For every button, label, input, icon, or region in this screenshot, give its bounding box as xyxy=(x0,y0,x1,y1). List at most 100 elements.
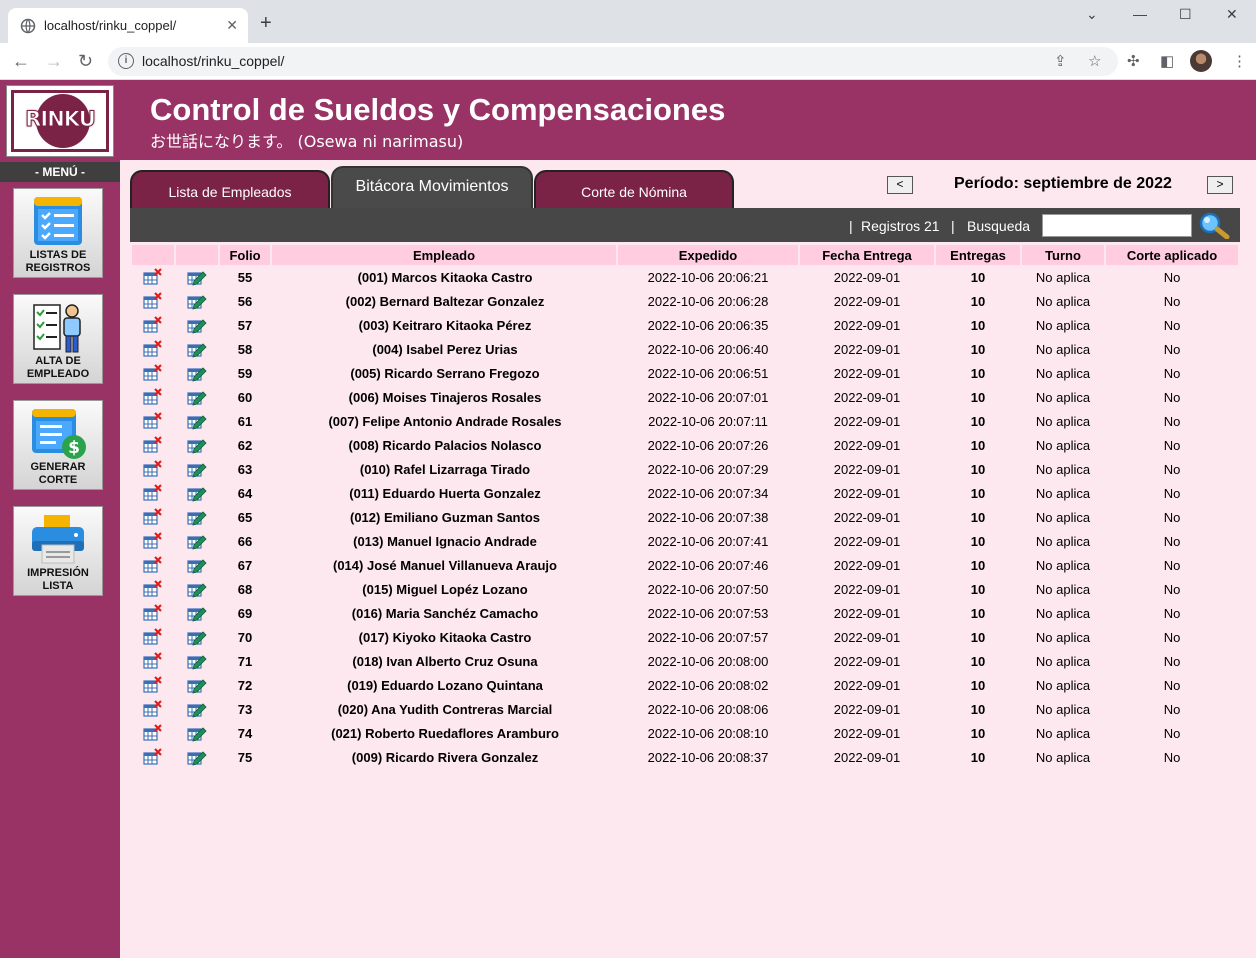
url-text: localhost/rinku_coppel/ xyxy=(142,53,285,69)
delete-record-icon[interactable] xyxy=(143,628,163,646)
scrollbar-handle[interactable] xyxy=(1250,410,1256,424)
delete-record-icon[interactable] xyxy=(143,364,163,382)
delete-record-icon[interactable] xyxy=(143,484,163,502)
cell-expedido: 2022-10-06 20:06:40 xyxy=(647,341,769,357)
period-prev-button[interactable]: < xyxy=(887,176,913,194)
cell-corte-aplicado: No xyxy=(1163,701,1181,717)
address-bar[interactable]: i localhost/rinku_coppel/ ⇪ ☆ xyxy=(108,47,1118,76)
column-header-fecha-entrega[interactable]: Fecha Entrega xyxy=(800,245,934,265)
avatar[interactable] xyxy=(1190,50,1212,72)
close-tab-icon[interactable]: ✕ xyxy=(226,17,238,34)
cell-empleado: (019) Eduardo Lozano Quintana xyxy=(347,677,543,693)
column-header-empleado[interactable]: Empleado xyxy=(272,245,616,265)
edit-record-icon[interactable] xyxy=(187,316,207,334)
delete-record-icon[interactable] xyxy=(143,412,163,430)
cell-expedido: 2022-10-06 20:06:28 xyxy=(647,293,769,309)
edit-record-icon[interactable] xyxy=(187,340,207,358)
edit-record-icon[interactable] xyxy=(187,412,207,430)
reload-icon[interactable]: ↻ xyxy=(78,51,93,71)
sidebar-item-alta[interactable]: ALTA DE EMPLEADO xyxy=(13,294,103,384)
cell-entregas: 10 xyxy=(970,461,986,477)
info-icon[interactable]: i xyxy=(118,53,134,69)
cell-folio: 67 xyxy=(237,557,253,573)
delete-record-icon[interactable] xyxy=(143,292,163,310)
sidebar-item-impresion[interactable]: IMPRESIÓN LISTA xyxy=(13,506,103,596)
delete-record-icon[interactable] xyxy=(143,700,163,718)
cell-corte-aplicado: No xyxy=(1163,461,1181,477)
sidebar-item-listas[interactable]: LISTAS DE REGISTROS xyxy=(13,188,103,278)
tab-lista-empleados[interactable]: Lista de Empleados xyxy=(130,170,330,208)
cell-expedido: 2022-10-06 20:07:50 xyxy=(647,581,769,597)
cell-corte-aplicado: No xyxy=(1163,365,1181,381)
cell-turno: No aplica xyxy=(1035,269,1091,285)
star-icon[interactable]: ☆ xyxy=(1088,52,1101,70)
share-icon[interactable]: ⇪ xyxy=(1054,52,1067,70)
cell-folio: 57 xyxy=(237,317,253,333)
side-panel-icon[interactable]: ◧ xyxy=(1160,52,1174,70)
edit-record-icon[interactable] xyxy=(187,364,207,382)
edit-record-icon[interactable] xyxy=(187,508,207,526)
edit-record-icon[interactable] xyxy=(187,436,207,454)
delete-record-icon[interactable] xyxy=(143,724,163,742)
main-content: Lista de Empleados Bitácora Movimientos … xyxy=(120,160,1256,958)
close-window-icon[interactable]: ✕ xyxy=(1226,6,1238,23)
delete-record-icon[interactable] xyxy=(143,388,163,406)
browser-tab[interactable]: localhost/rinku_coppel/ ✕ xyxy=(8,8,248,43)
chevron-down-icon[interactable]: ⌄ xyxy=(1086,6,1098,23)
cell-entregas: 10 xyxy=(970,725,986,741)
edit-record-icon[interactable] xyxy=(187,652,207,670)
extensions-icon[interactable]: ✣ xyxy=(1127,52,1140,70)
edit-record-icon[interactable] xyxy=(187,700,207,718)
delete-record-icon[interactable] xyxy=(143,340,163,358)
delete-record-icon[interactable] xyxy=(143,652,163,670)
delete-record-icon[interactable] xyxy=(143,604,163,622)
more-menu-icon[interactable]: ⋮ xyxy=(1232,52,1247,70)
column-header-turno[interactable]: Turno xyxy=(1022,245,1104,265)
new-tab-icon[interactable]: + xyxy=(260,13,272,33)
cell-folio: 72 xyxy=(237,677,253,693)
edit-record-icon[interactable] xyxy=(187,268,207,286)
edit-record-icon[interactable] xyxy=(187,388,207,406)
delete-record-icon[interactable] xyxy=(143,268,163,286)
delete-record-icon[interactable] xyxy=(143,748,163,766)
minimize-icon[interactable]: — xyxy=(1133,6,1147,22)
edit-record-icon[interactable] xyxy=(187,676,207,694)
period-next-button[interactable]: > xyxy=(1207,176,1233,194)
edit-record-icon[interactable] xyxy=(187,484,207,502)
tab-corte-nomina[interactable]: Corte de Nómina xyxy=(534,170,734,208)
delete-record-icon[interactable] xyxy=(143,436,163,454)
edit-record-icon[interactable] xyxy=(187,580,207,598)
column-header-corte-aplicado[interactable]: Corte aplicado xyxy=(1106,245,1238,265)
delete-record-icon[interactable] xyxy=(143,580,163,598)
rinku-logo[interactable]: RINKU xyxy=(6,85,114,157)
search-input[interactable] xyxy=(1042,214,1192,237)
cell-corte-aplicado: No xyxy=(1163,581,1181,597)
delete-record-icon[interactable] xyxy=(143,316,163,334)
edit-record-icon[interactable] xyxy=(187,556,207,574)
delete-record-icon[interactable] xyxy=(143,460,163,478)
edit-record-icon[interactable] xyxy=(187,460,207,478)
tab-bitacora-movimientos[interactable]: Bitácora Movimientos xyxy=(331,166,533,208)
back-icon[interactable]: ← xyxy=(12,51,30,71)
edit-record-icon[interactable] xyxy=(187,532,207,550)
delete-record-icon[interactable] xyxy=(143,676,163,694)
cell-empleado: (011) Eduardo Huerta Gonzalez xyxy=(349,485,541,501)
edit-record-icon[interactable] xyxy=(187,748,207,766)
edit-record-icon[interactable] xyxy=(187,724,207,742)
edit-record-icon[interactable] xyxy=(187,292,207,310)
forward-icon[interactable]: → xyxy=(45,51,63,71)
app-header: RINKU Control de Sueldos y Compensacione… xyxy=(0,80,1256,160)
sidebar-item-generar-corte[interactable]: $ GENERAR CORTE xyxy=(13,400,103,490)
column-header-expedido[interactable]: Expedido xyxy=(618,245,798,265)
column-header-folio[interactable]: Folio xyxy=(220,245,270,265)
maximize-icon[interactable]: ☐ xyxy=(1179,6,1192,23)
cell-expedido: 2022-10-06 20:07:41 xyxy=(647,533,769,549)
column-header-entregas[interactable]: Entregas xyxy=(936,245,1020,265)
delete-record-icon[interactable] xyxy=(143,532,163,550)
delete-record-icon[interactable] xyxy=(143,556,163,574)
cell-empleado: (003) Keitraro Kitaoka Pérez xyxy=(358,317,532,333)
edit-record-icon[interactable] xyxy=(187,604,207,622)
search-icon[interactable] xyxy=(1198,211,1232,239)
edit-record-icon[interactable] xyxy=(187,628,207,646)
delete-record-icon[interactable] xyxy=(143,508,163,526)
